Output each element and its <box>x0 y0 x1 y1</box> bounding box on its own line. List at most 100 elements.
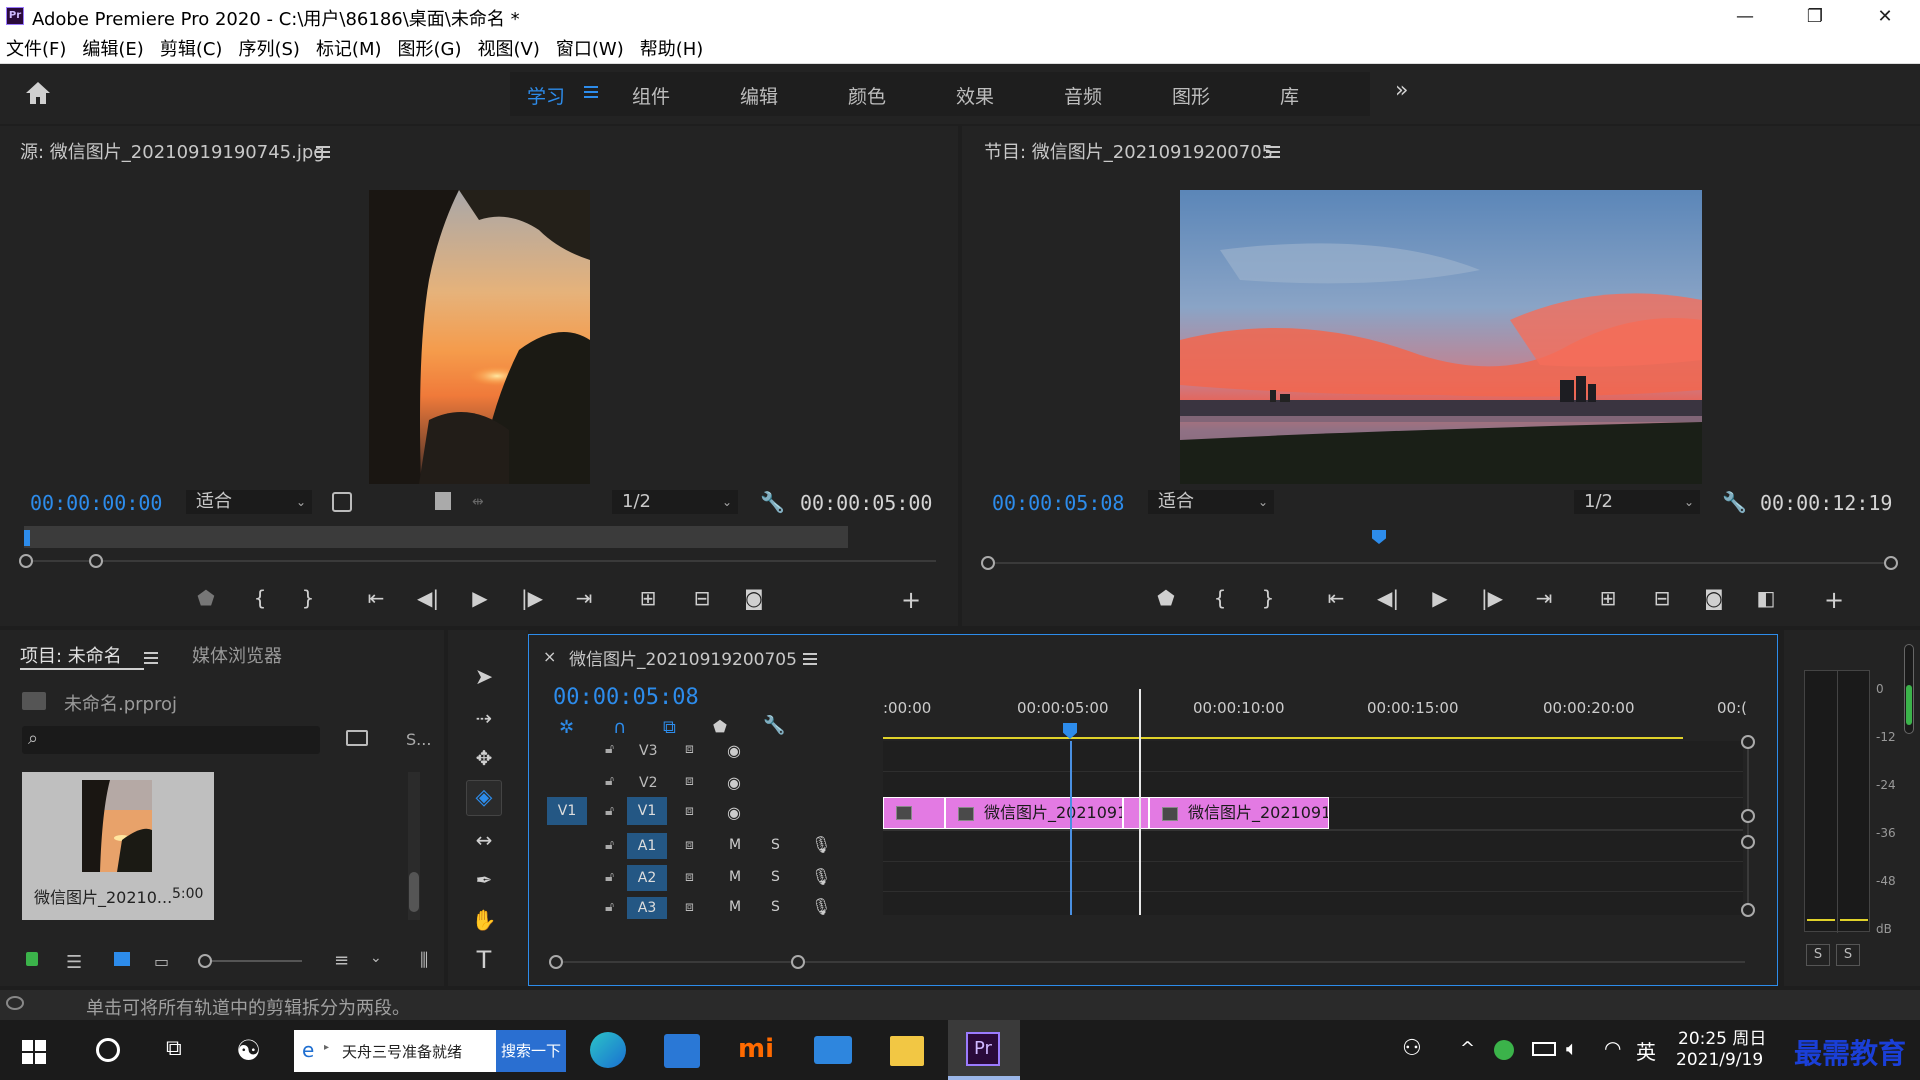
track-area[interactable]: 微信图片_2021091 微信图片_2021091 <box>883 689 1743 915</box>
timeline-timecode[interactable]: 00:00:05:08 <box>553 685 699 710</box>
menu-clip[interactable]: 剪辑(C) <box>160 35 223 61</box>
ripple-edit-tool-icon[interactable]: ✥ <box>470 744 498 772</box>
sync-lock-icon[interactable]: ⧈ <box>685 869 694 885</box>
volume-icon[interactable]: 🔈︎ <box>1566 1036 1578 1060</box>
program-time-ruler[interactable] <box>982 530 1898 548</box>
meter-scrollbar[interactable] <box>1904 644 1914 734</box>
timeline-clip[interactable]: 微信图片_2021091 <box>1149 797 1329 829</box>
source-timecode[interactable]: 00:00:00:00 <box>30 491 162 515</box>
more-workspaces-button[interactable]: » <box>1395 78 1408 103</box>
add-marker-icon[interactable]: ⬟ <box>192 584 220 612</box>
timeline-clip[interactable]: 微信图片_2021091 <box>945 797 1123 829</box>
microphone-icon[interactable]: 🎙︎ <box>811 867 831 886</box>
source-zoom-bar[interactable] <box>19 554 936 568</box>
tab-assembly[interactable]: 组件 <box>632 82 670 109</box>
input-language[interactable]: 英 <box>1636 1036 1656 1065</box>
icon-view-icon[interactable] <box>114 952 130 966</box>
menu-sequence[interactable]: 序列(S) <box>238 35 299 61</box>
meter-scroll-thumb[interactable] <box>1906 685 1912 725</box>
mute-button[interactable]: M <box>729 899 741 915</box>
cortana-icon[interactable] <box>96 1038 120 1062</box>
timeline-clip[interactable] <box>1123 797 1149 829</box>
windows-start-icon[interactable] <box>22 1040 46 1064</box>
solo-left-button[interactable]: S <box>1806 944 1830 966</box>
project-scrollbar[interactable] <box>408 772 420 920</box>
panel-menu-icon[interactable] <box>316 146 330 158</box>
sync-lock-icon[interactable]: ⧈ <box>685 741 694 757</box>
app-icon-lightning[interactable]: ☯ <box>236 1034 261 1067</box>
mark-in-icon[interactable]: { <box>1206 584 1234 612</box>
zoom-slider[interactable] <box>198 954 302 968</box>
step-back-icon[interactable]: ◀| <box>1374 584 1402 612</box>
comparison-view-icon[interactable]: ◧ <box>1752 584 1780 612</box>
source-time-ruler[interactable] <box>24 526 848 548</box>
overwrite-icon[interactable]: ⊟ <box>688 584 716 612</box>
solo-button[interactable]: S <box>771 869 780 885</box>
linked-selection-icon[interactable]: ⧉ <box>663 717 676 738</box>
track-label-a3[interactable]: A3 <box>627 897 667 919</box>
track-lock-icon[interactable]: 🔓︎ <box>605 869 614 885</box>
go-to-out-icon[interactable]: ⇥ <box>1530 584 1558 612</box>
step-forward-icon[interactable]: |▶ <box>1478 584 1506 612</box>
track-lock-icon[interactable]: 🔓︎ <box>605 837 614 853</box>
add-marker-icon[interactable]: ⬟ <box>713 717 727 736</box>
snap-magnet-icon[interactable]: ∩ <box>613 717 626 738</box>
program-timecode[interactable]: 00:00:05:08 <box>992 491 1124 515</box>
taskbar-time[interactable]: 20:25 周日 <box>1678 1024 1766 1049</box>
export-frame-icon[interactable]: ◙ <box>740 584 768 612</box>
edge-browser-icon[interactable] <box>590 1032 626 1068</box>
track-label-a2[interactable]: A2 <box>627 865 667 891</box>
timeline-clip[interactable] <box>883 797 945 829</box>
sequence-tab[interactable]: 微信图片_20210919200705 <box>569 645 797 670</box>
safe-margins-icon[interactable] <box>332 492 352 512</box>
export-frame-icon[interactable]: ◙ <box>1700 584 1728 612</box>
microphone-icon[interactable]: 🎙︎ <box>811 897 831 916</box>
zoom-slider-handle[interactable] <box>198 954 212 968</box>
menu-window[interactable]: 窗口(W) <box>556 35 624 61</box>
button-editor-icon[interactable]: + <box>897 586 925 614</box>
mute-button[interactable]: M <box>729 869 741 885</box>
zoom-handle-left[interactable] <box>549 955 563 969</box>
solo-button[interactable]: S <box>771 837 780 853</box>
menu-view[interactable]: 视图(V) <box>478 35 540 61</box>
go-to-in-icon[interactable]: ⇤ <box>362 584 390 612</box>
step-back-icon[interactable]: ◀| <box>414 584 442 612</box>
timeline-horizontal-zoom[interactable] <box>549 955 1745 969</box>
panel-menu-icon[interactable] <box>1266 146 1280 158</box>
task-view-icon[interactable]: ⧉ <box>166 1036 182 1061</box>
minimize-button[interactable]: — <box>1710 0 1780 32</box>
zoom-handle[interactable] <box>1741 809 1755 823</box>
project-media-item[interactable]: 微信图片_20210... 5:00 <box>22 772 214 920</box>
drag-audio-icon[interactable]: ⇹ <box>472 494 484 510</box>
store-icon[interactable] <box>664 1034 700 1068</box>
mark-out-icon[interactable]: } <box>1254 584 1282 612</box>
extract-icon[interactable]: ⊟ <box>1648 584 1676 612</box>
wrench-icon[interactable]: 🔧 <box>760 490 785 514</box>
play-icon[interactable]: ▶ <box>466 584 494 612</box>
taskbar-search-box[interactable]: e ▸ 天舟三号准备就绪 <box>294 1030 496 1072</box>
step-forward-icon[interactable]: |▶ <box>518 584 546 612</box>
hand-tool-icon[interactable]: ✋ <box>470 906 498 934</box>
menu-file[interactable]: 文件(F) <box>6 35 66 61</box>
file-explorer-icon[interactable] <box>890 1036 924 1066</box>
automate-to-sequence-icon[interactable]: ⫼ <box>420 950 428 971</box>
button-editor-icon[interactable]: + <box>1820 586 1848 614</box>
eye-icon[interactable]: ◉ <box>727 803 741 822</box>
source-resolution-dropdown[interactable]: 1/2 ⌄ <box>612 490 738 514</box>
solo-right-button[interactable]: S <box>1836 944 1860 966</box>
program-resolution-dropdown[interactable]: 1/2 ⌄ <box>1574 490 1700 514</box>
tab-project[interactable]: 项目: 未命名 <box>20 642 122 668</box>
panel-menu-icon[interactable] <box>803 653 817 665</box>
work-area-bar[interactable] <box>883 737 1683 739</box>
zoom-handle-right[interactable] <box>791 955 805 969</box>
tab-media-browser[interactable]: 媒体浏览器 <box>192 642 282 668</box>
program-playhead[interactable] <box>1372 530 1386 544</box>
sync-lock-icon[interactable]: ⧈ <box>685 837 694 853</box>
selection-tool-icon[interactable]: ➤ <box>470 664 498 692</box>
tab-effects[interactable]: 效果 <box>956 82 994 109</box>
track-label-v2[interactable]: V2 <box>639 775 657 791</box>
drag-video-icon[interactable] <box>435 492 451 510</box>
slip-tool-icon[interactable]: ↔ <box>470 826 498 854</box>
new-bin-from-search-icon[interactable] <box>346 730 368 746</box>
program-zoom-bar[interactable] <box>981 556 1898 570</box>
